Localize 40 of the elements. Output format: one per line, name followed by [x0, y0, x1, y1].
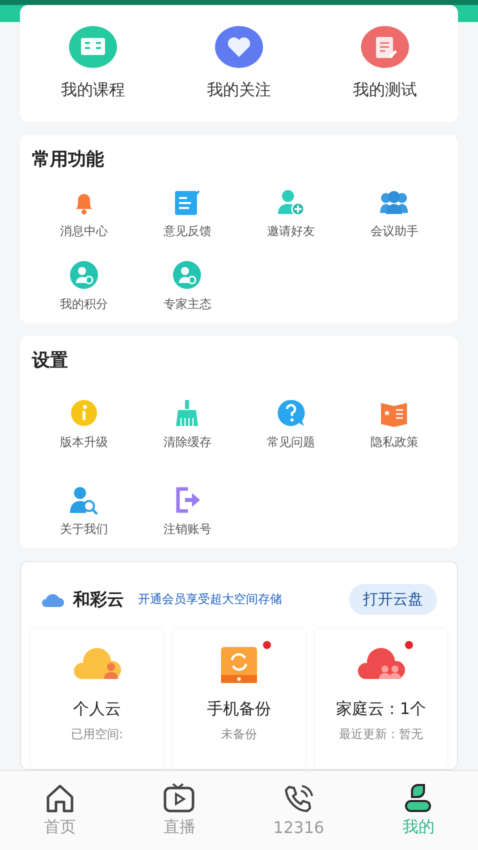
open-cloud-button[interactable]: 打开云盘 — [349, 584, 437, 615]
feature-label[interactable]: 会议助手 — [370, 223, 418, 240]
cloud-item-subtitle: 最近更新：暂无 — [339, 726, 423, 743]
feature-label[interactable]: 关于我们 — [60, 521, 108, 538]
section-title: 常用功能 — [32, 148, 105, 171]
info-icon — [68, 398, 99, 428]
feature-label[interactable]: 注销账号 — [163, 521, 212, 538]
user-badge-icon — [172, 260, 202, 290]
feature-label[interactable]: 我的积分 — [60, 296, 108, 313]
feature-label[interactable]: 版本升级 — [60, 434, 108, 451]
feature-label[interactable]: 常见问题 — [266, 434, 315, 451]
note-icon — [361, 26, 409, 68]
feature-label[interactable]: 意见反馈 — [163, 223, 212, 240]
tv-play-icon — [163, 783, 196, 813]
cloud-item-subtitle: 未备份 — [221, 726, 257, 743]
feature-label[interactable]: 邀请好友 — [266, 223, 315, 240]
cloud-item-subtitle: 已用空间: — [70, 726, 124, 743]
cloud-item-card[interactable]: 个人云 已用空间: — [31, 629, 163, 769]
cloud-item-card[interactable]: 手机备份 未备份 — [173, 629, 305, 769]
shortcut-label[interactable]: 我的课程 — [61, 80, 125, 101]
cloud-item-title: 手机备份 — [207, 699, 271, 720]
promo-text[interactable]: 开通会员享受超大空间存储 — [138, 591, 341, 608]
shortcut-label[interactable]: 我的测试 — [353, 80, 417, 101]
feature-label[interactable]: 清除缓存 — [163, 434, 212, 451]
user-search-icon — [68, 485, 99, 515]
book-icon — [69, 26, 117, 68]
help-icon — [276, 398, 306, 428]
feature-label[interactable]: 专家主态 — [163, 296, 212, 313]
cloud-item-title: 个人云 — [73, 699, 121, 720]
feature-label[interactable]: 隐私政策 — [370, 434, 418, 451]
cloud-item-card[interactable]: 家庭云：1个 最近更新：暂无 — [315, 629, 447, 769]
cloud-name: 和彩云 — [73, 589, 124, 611]
shortcut-label[interactable]: 我的关注 — [207, 80, 271, 101]
cloud-icon — [41, 592, 65, 608]
feature-label[interactable]: 消息中心 — [60, 223, 108, 240]
add-user-icon — [276, 187, 306, 217]
section-title: 设置 — [32, 349, 69, 372]
user-badge-icon — [68, 260, 99, 290]
cloud-item-title: 家庭云：1个 — [336, 699, 426, 720]
phone-icon — [282, 784, 315, 814]
